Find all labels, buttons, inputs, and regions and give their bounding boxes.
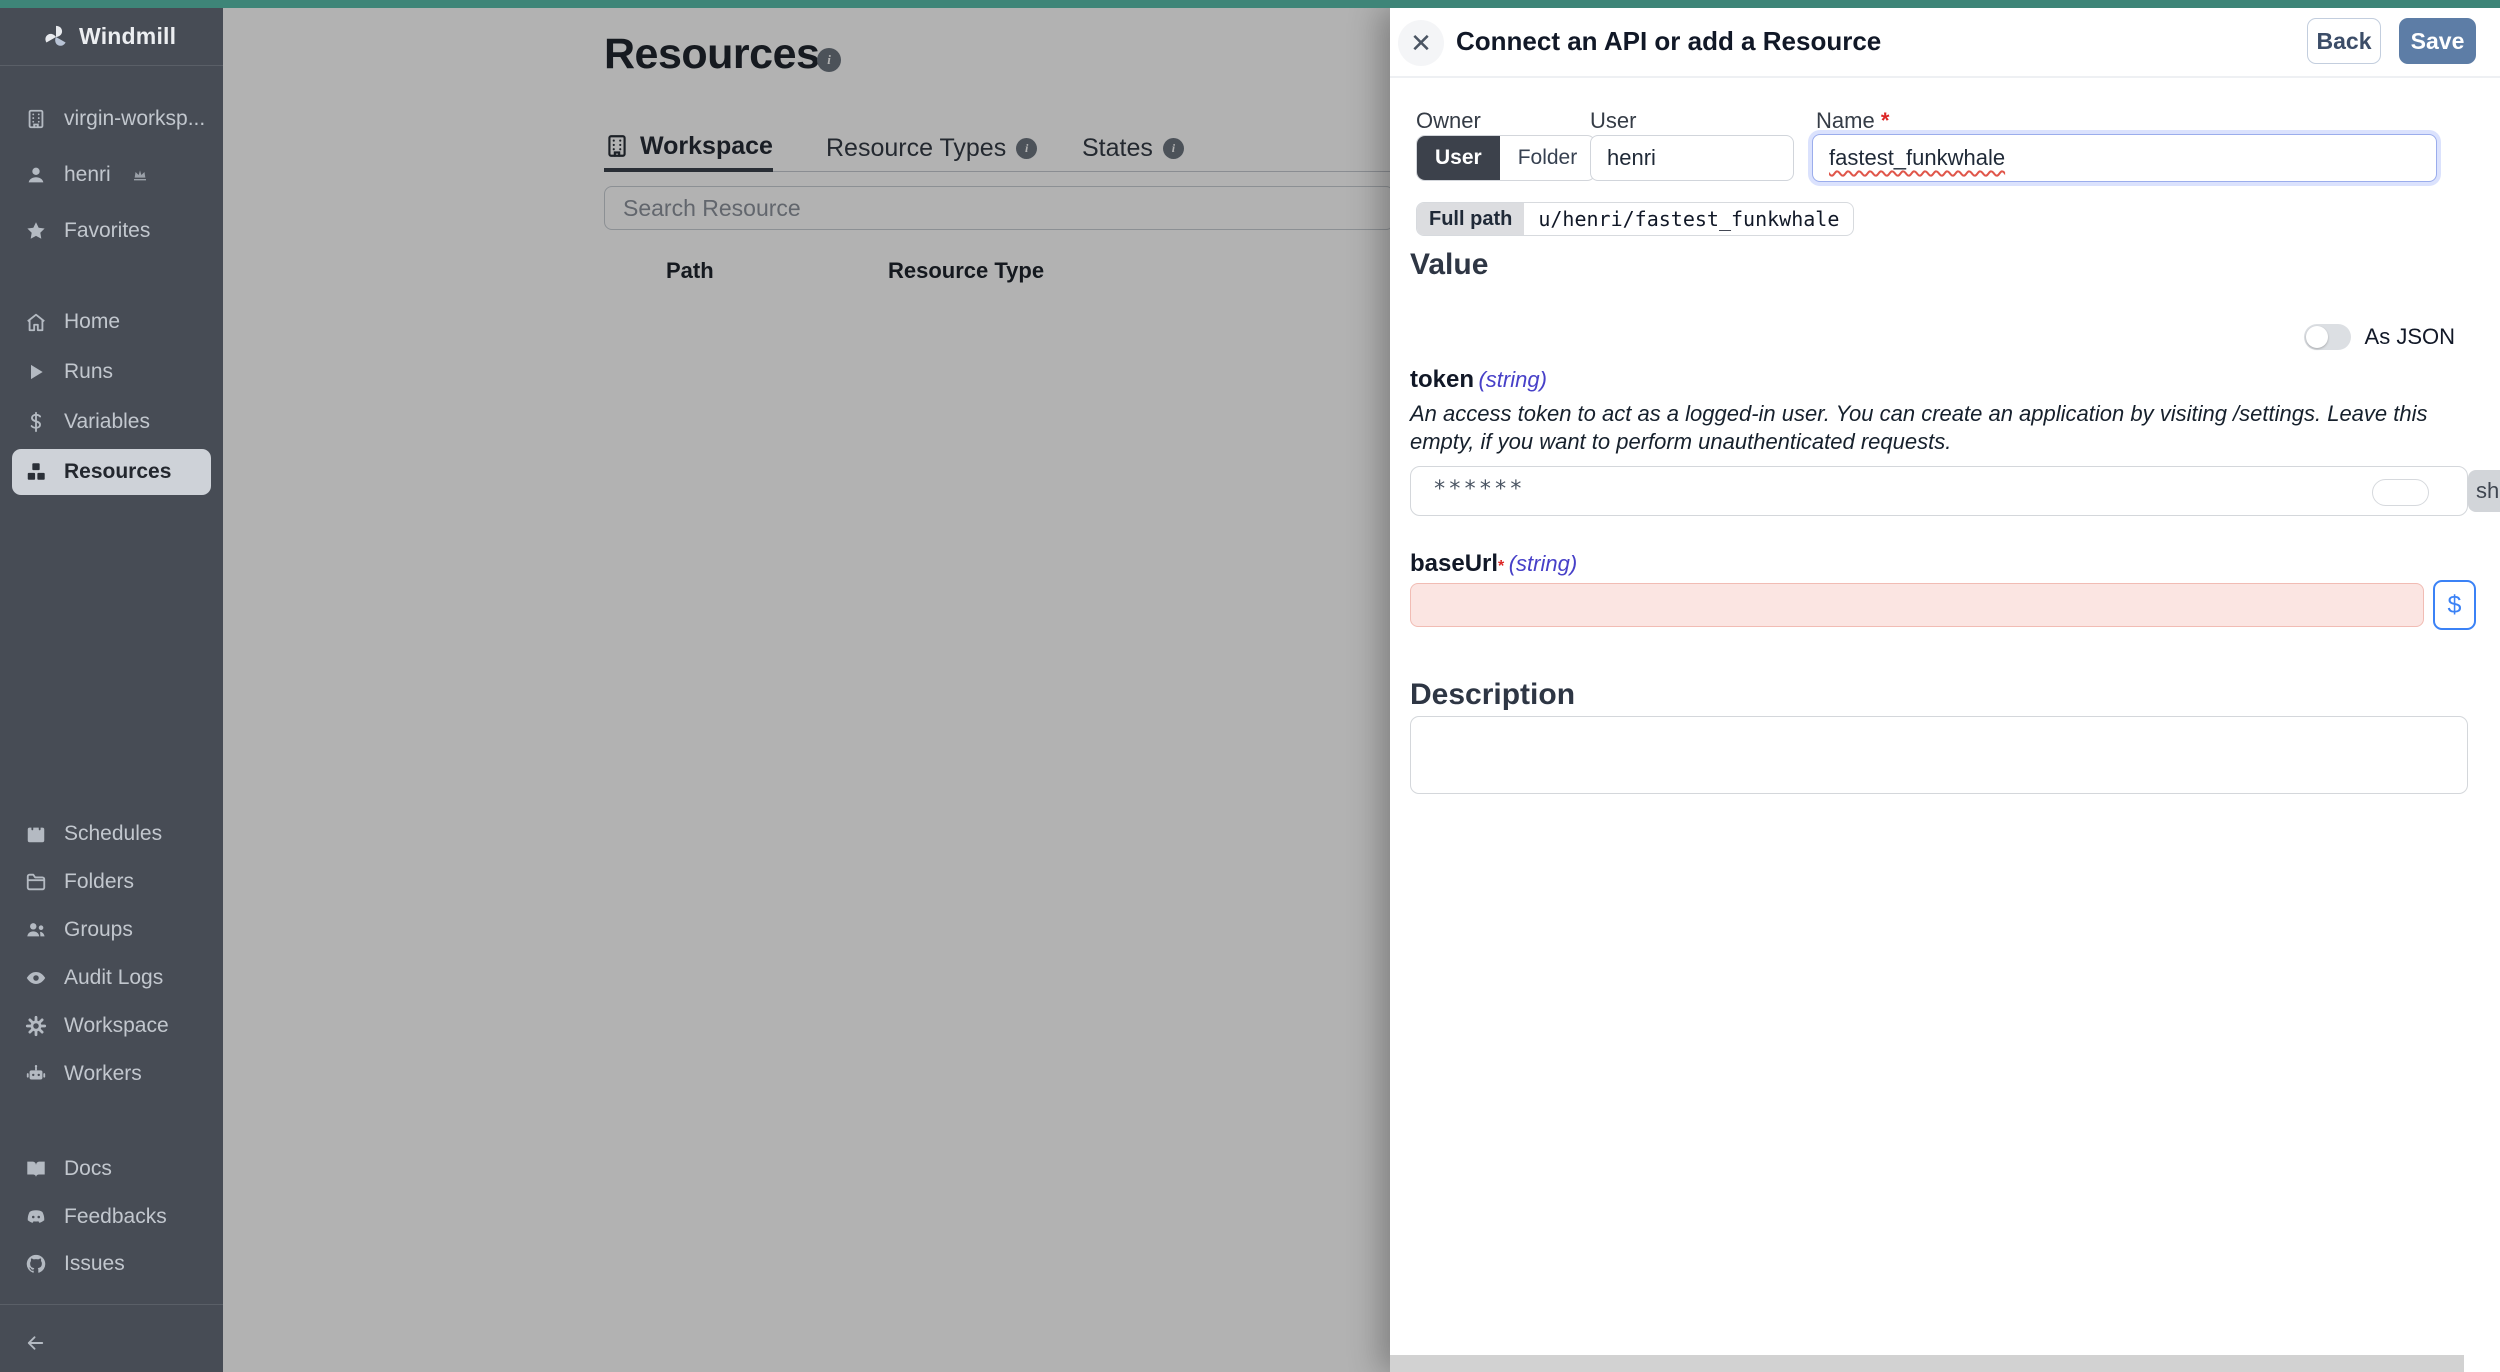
sidebar-item-favorites[interactable]: Favorites [0,208,223,254]
owner-option-folder[interactable]: Folder [1500,136,1596,180]
resource-drawer: ✕ Connect an API or add a Resource Back … [1390,8,2500,1372]
token-description: An access token to act as a logged-in us… [1410,400,2458,455]
name-field-label: Name * [1816,108,1889,134]
nav-label: Issues [64,1252,125,1276]
nav-label: Home [64,310,120,334]
github-icon [24,1253,47,1276]
show-token-button[interactable]: sh [2468,470,2500,512]
nav-label: Resources [64,460,171,484]
gear-icon [24,1015,47,1038]
owner-label: Owner [1416,108,1481,134]
nav-label: Schedules [64,822,162,846]
nav-label: Audit Logs [64,966,163,990]
full-path-value: u/henri/fastest_funkwhale [1524,203,1853,235]
users-icon [24,919,47,942]
owner-toggle: User Folder [1416,135,1596,181]
sidebar-item-issues[interactable]: Issues [0,1241,223,1287]
toggle-knob [2306,326,2328,348]
description-textarea[interactable] [1410,716,2468,794]
folder-icon [24,871,47,894]
save-button[interactable]: Save [2399,18,2476,64]
brand[interactable]: Windmill [0,8,223,66]
baseurl-field-header: baseUrl* (string) [1410,550,1577,578]
nav-label: Workers [64,1062,142,1086]
as-json-row: As JSON [1410,320,2455,354]
as-json-label: As JSON [2365,324,2455,350]
user-field-label: User [1590,108,1636,134]
nav-label: Feedbacks [64,1205,167,1229]
sidebar-item-workers[interactable]: Workers [0,1051,223,1097]
sidebar-divider [0,1304,223,1305]
sidebar-item-home[interactable]: Home [0,299,223,345]
token-type: (string) [1478,367,1546,392]
baseurl-type: (string) [1509,551,1577,576]
drawer-header: ✕ Connect an API or add a Resource Back … [1390,8,2500,78]
home-icon [24,311,47,334]
nav-label: Groups [64,918,133,942]
name-value: fastest_funkwhale [1829,145,2005,171]
modal-backdrop[interactable] [223,8,1390,1372]
user-input[interactable] [1590,135,1794,181]
brand-name: Windmill [79,23,176,50]
sidebar-item-feedbacks[interactable]: Feedbacks [0,1194,223,1240]
token-input[interactable]: ****** [1410,466,2468,516]
baseurl-required: * [1498,558,1504,575]
collapse-sidebar-button[interactable] [0,1320,223,1366]
sidebar: Windmill virgin-worksp... henri Favorite… [0,8,223,1372]
nav-label: Docs [64,1157,112,1181]
full-path: Full path u/henri/fastest_funkwhale [1416,202,1854,236]
owner-option-user[interactable]: User [1417,136,1500,180]
crown-icon [132,167,148,183]
nav-label: Workspace [64,1014,169,1038]
sidebar-item-workspace-settings[interactable]: Workspace [0,1003,223,1049]
baseurl-input[interactable] [1410,583,2424,627]
top-accent-bar [0,0,2500,8]
play-icon [24,361,47,384]
token-masked-value: ****** [1433,477,1524,502]
horizontal-scrollbar[interactable] [1390,1355,2464,1372]
sidebar-item-folders[interactable]: Folders [0,859,223,905]
nav-label: Variables [64,410,150,434]
star-icon [24,220,47,243]
nav-label: Runs [64,360,113,384]
value-heading: Value [1410,248,1488,282]
sidebar-item-runs[interactable]: Runs [0,349,223,395]
sidebar-item-resources[interactable]: Resources [12,449,211,495]
dollar-icon [24,411,47,434]
robot-icon [24,1063,47,1086]
sidebar-item-groups[interactable]: Groups [0,907,223,953]
name-input[interactable]: fastest_funkwhale [1812,134,2437,182]
building-icon [24,108,47,131]
baseurl-name: baseUrl [1410,550,1498,577]
full-path-chip: Full path [1417,203,1524,235]
discord-icon [24,1206,47,1229]
token-name: token [1410,366,1474,393]
nav-label: Folders [64,870,134,894]
user-icon [24,164,47,187]
close-icon[interactable]: ✕ [1398,20,1444,66]
windmill-logo-icon [42,23,70,51]
insert-variable-button[interactable]: $ [2433,580,2476,630]
sidebar-item-docs[interactable]: Docs [0,1146,223,1192]
calendar-icon [24,823,47,846]
token-inline-pill[interactable] [2372,479,2429,506]
token-field-header: token (string) [1410,366,1547,394]
boxes-icon [24,461,47,484]
eye-icon [24,967,47,990]
book-icon [24,1158,47,1181]
drawer-title: Connect an API or add a Resource [1456,26,1881,57]
as-json-toggle[interactable] [2304,324,2351,350]
back-button[interactable]: Back [2307,18,2381,64]
sidebar-item-user[interactable]: henri [0,152,223,198]
description-heading: Description [1410,678,1575,712]
sidebar-item-variables[interactable]: Variables [0,399,223,445]
arrow-left-icon [24,1332,47,1355]
sidebar-item-workspace-picker[interactable]: virgin-worksp... [0,96,223,142]
sidebar-item-schedules[interactable]: Schedules [0,811,223,857]
favorites-label: Favorites [64,219,150,243]
workspace-name: virgin-worksp... [64,107,205,131]
username: henri [64,163,111,187]
sidebar-item-audit-logs[interactable]: Audit Logs [0,955,223,1001]
